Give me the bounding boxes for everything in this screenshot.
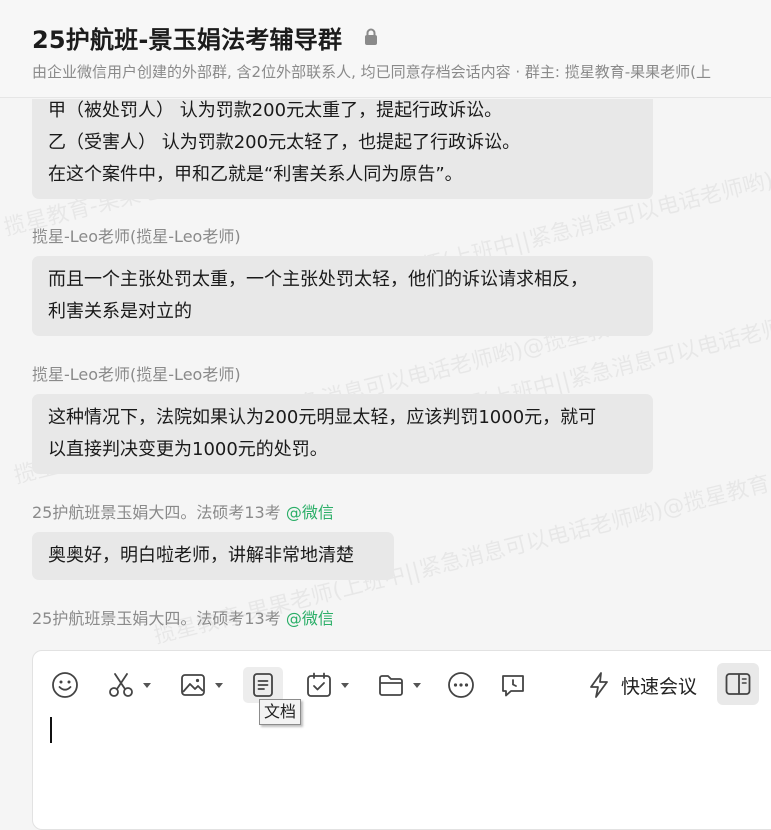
message-line: 在这个案件中，甲和乙就是“利害关系人同为原告”。: [48, 164, 463, 185]
calendar-check-icon: [307, 672, 331, 697]
message-sender[interactable]: 25护航班景玉娟大四。法硕考13考 @微信: [32, 605, 334, 629]
sender-source: @微信: [285, 609, 334, 628]
chevron-down-icon[interactable]: [215, 682, 223, 688]
scissors-icon: [109, 673, 133, 697]
emoji-button[interactable]: [51, 667, 79, 703]
folder-icon: [379, 675, 403, 696]
lock-icon: [365, 28, 377, 45]
sender-source: @微信: [285, 503, 334, 522]
sender-name: 揽星-Leo老师(揽星-Leo老师): [32, 365, 241, 384]
message-line: 奥奥好，明白啦老师，讲解非常地清楚: [48, 545, 354, 566]
panel-toggle-button[interactable]: [717, 663, 759, 705]
message-sender[interactable]: 揽星-Leo老师(揽星-Leo老师): [32, 223, 241, 247]
message-line: 以直接判决变更为1000元的处罚。: [48, 439, 328, 460]
chevron-down-icon[interactable]: [143, 682, 151, 688]
message-line: 而且一个主张处罚太重，一个主张处罚太轻，他们的诉讼请求相反，: [48, 269, 588, 290]
message-bubble[interactable]: 而且一个主张处罚太重，一个主张处罚太轻，他们的诉讼请求相反， 利害关系是对立的: [32, 256, 653, 336]
chat-record-button[interactable]: [499, 667, 527, 703]
message-composer: 快速会议 文档: [32, 650, 771, 830]
sender-name: 25护航班景玉娟大四。法硕考13考: [32, 503, 281, 522]
document-icon: [253, 673, 273, 697]
quick-meeting-button[interactable]: 快速会议: [587, 667, 697, 703]
message-sender[interactable]: 25护航班景玉娟大四。法硕考13考 @微信: [32, 499, 334, 523]
side-panel-icon: [725, 673, 751, 695]
message-line: 甲（被处罚人） 认为罚款200元太重了，提起行政诉讼。: [48, 100, 503, 121]
message-sender[interactable]: 揽星-Leo老师(揽星-Leo老师): [32, 361, 241, 385]
screenshot-button[interactable]: [107, 667, 151, 703]
group-subtitle: 由企业微信用户创建的外部群, 含2位外部联系人, 均已同意存档会话内容 · 群主…: [32, 63, 712, 81]
more-icon: [448, 672, 474, 698]
file-button[interactable]: [377, 667, 421, 703]
chat-header: 25护航班-景玉娟法考辅导群 由企业微信用户创建的外部群, 含2位外部联系人, …: [0, 0, 771, 98]
group-title: 25护航班-景玉娟法考辅导群: [32, 26, 343, 54]
message-line: 这种情况下，法院如果认为200元明显太轻，应该判罚1000元，就可: [48, 407, 597, 428]
schedule-button[interactable]: [305, 667, 349, 703]
chevron-down-icon[interactable]: [413, 682, 421, 688]
chevron-down-icon[interactable]: [341, 682, 349, 688]
tooltip: 文档: [259, 699, 302, 725]
quick-meeting-label: 快速会议: [621, 675, 698, 698]
smile-icon: [52, 672, 78, 698]
message-bubble[interactable]: 这种情况下，法院如果认为200元明显太轻，应该判罚1000元，就可 以直接判决变…: [32, 394, 653, 474]
image-icon: [181, 674, 205, 696]
document-button[interactable]: [243, 667, 283, 703]
sender-name: 25护航班景玉娟大四。法硕考13考: [32, 609, 281, 628]
message-bubble[interactable]: 甲（被处罚人） 认为罚款200元太重了，提起行政诉讼。 乙（受害人） 认为罚款2…: [32, 99, 653, 199]
message-line: 利害关系是对立的: [48, 301, 192, 322]
message-line: 乙（受害人） 认为罚款200元太轻了，也提起了行政诉讼。: [48, 132, 521, 153]
sender-name: 揽星-Leo老师(揽星-Leo老师): [32, 227, 241, 246]
message-list[interactable]: 揽星教育-果果老师(上班中||紧急消息可以电话老师哟)@揽星教育 揽星教育-果果…: [0, 99, 771, 650]
message-bubble[interactable]: 奥奥好，明白啦老师，讲解非常地清楚: [32, 532, 394, 580]
image-button[interactable]: [179, 667, 223, 703]
chat-bubble-icon: [502, 675, 524, 697]
text-cursor: [50, 717, 52, 743]
lightning-icon: [590, 672, 608, 698]
more-button[interactable]: [447, 667, 475, 703]
